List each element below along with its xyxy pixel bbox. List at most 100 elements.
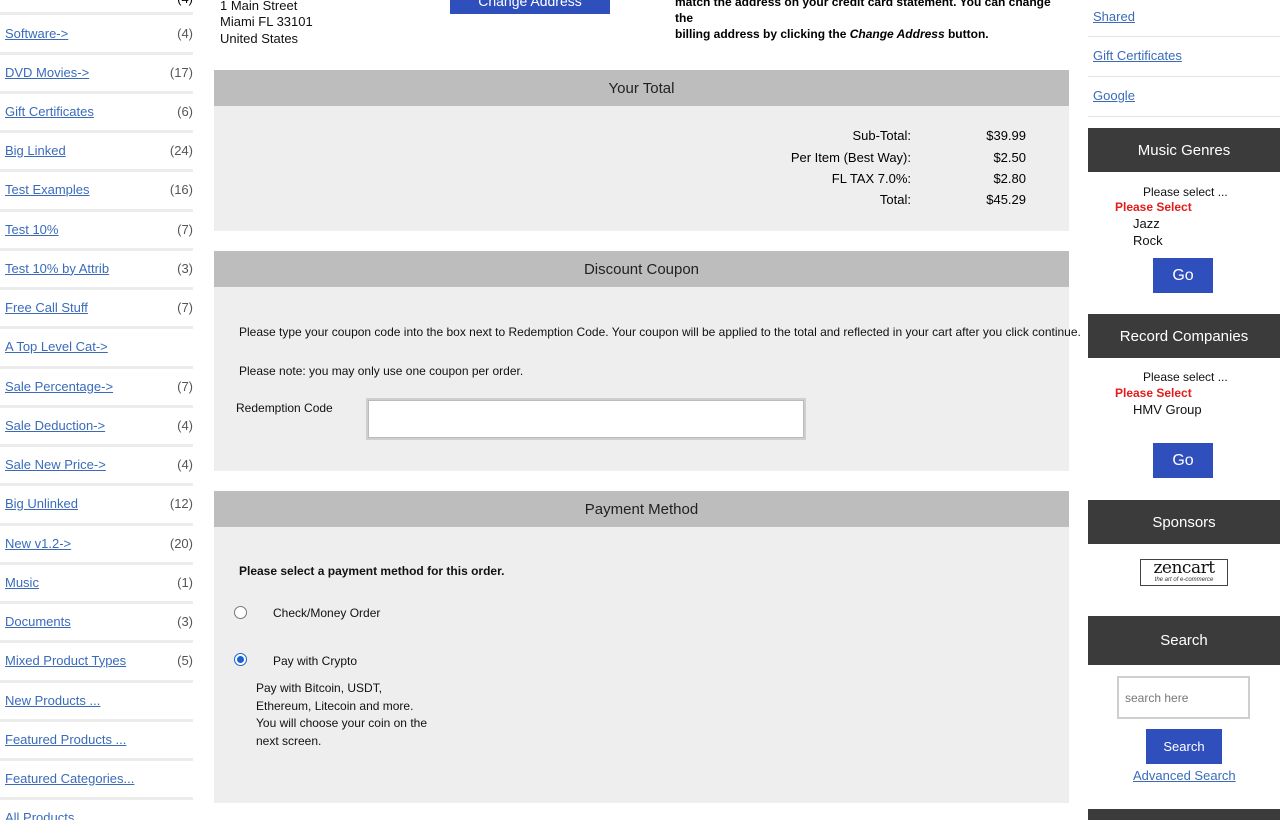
category-link[interactable]: Big Linked	[5, 143, 66, 158]
category-divider	[0, 52, 193, 55]
select-option[interactable]: Jazz	[1133, 216, 1160, 231]
payment-radio-check[interactable]	[234, 606, 247, 619]
category-item[interactable]: Featured Products ...	[0, 729, 193, 749]
category-item[interactable]: Music (1)	[0, 572, 193, 592]
category-count: (12)	[169, 495, 193, 511]
category-item[interactable]: Featured Categories...	[0, 768, 193, 788]
select-option[interactable]: HMV Group	[1133, 402, 1202, 417]
category-link[interactable]: Documents	[5, 614, 71, 629]
category-link[interactable]: Test 10%	[5, 222, 58, 237]
address-country: United States	[220, 31, 299, 46]
total-label: Total:	[879, 192, 911, 207]
redemption-code-input[interactable]	[366, 398, 806, 440]
coupon-instructions: Please type your coupon code into the bo…	[239, 325, 1081, 339]
category-count: (16)	[169, 181, 193, 197]
logo-wordmark: zencart	[1153, 558, 1215, 578]
category-item[interactable]: Software-> (4)	[0, 23, 193, 43]
category-link[interactable]: Big Unlinked	[5, 496, 78, 511]
category-item[interactable]: New v1.2-> (20)	[0, 533, 193, 553]
category-item[interactable]: Gift Certificates (6)	[0, 101, 193, 121]
sidebar-box-heading	[1088, 809, 1280, 820]
category-item[interactable]: Sale New Price-> (4)	[0, 454, 193, 474]
crypto-description-line: next screen.	[256, 733, 322, 748]
category-item[interactable]: Test 10% by Attrib (3)	[0, 258, 193, 278]
your-total-panel: Sub-Total: $39.99 Per Item (Best Way): $…	[214, 106, 1069, 231]
tax-label: FL TAX 7.0%:	[831, 171, 911, 186]
billing-note-text: billing address by clicking the	[675, 27, 850, 41]
category-item[interactable]: Sale Deduction-> (4)	[0, 415, 193, 435]
billing-address-note: match the address on your credit card st…	[675, 0, 1070, 42]
address-city: Miami FL 33101	[220, 14, 313, 29]
category-link[interactable]: Free Call Stuff	[5, 300, 88, 315]
category-link[interactable]: New Products ...	[5, 693, 100, 708]
category-divider	[0, 405, 193, 408]
category-item[interactable]: Free Call Stuff (7)	[0, 297, 193, 317]
category-item[interactable]: New Products ...	[0, 690, 193, 710]
category-link[interactable]: Sale Percentage->	[5, 379, 113, 394]
category-link[interactable]: Sale Deduction->	[5, 418, 105, 433]
sidebar-link-google[interactable]: Google	[1093, 88, 1135, 103]
category-divider	[0, 169, 193, 172]
search-input[interactable]	[1117, 676, 1250, 719]
category-link[interactable]: A Top Level Cat->	[5, 339, 108, 354]
category-link[interactable]: Music	[5, 575, 39, 590]
category-link[interactable]: Featured Products ...	[5, 732, 126, 747]
category-item[interactable]: Test Examples (16)	[0, 179, 193, 199]
select-option[interactable]: Rock	[1133, 233, 1163, 248]
sidebar-divider	[1088, 36, 1280, 37]
music-genres-go-button[interactable]: Go	[1153, 258, 1213, 293]
category-count: (4)	[177, 25, 193, 41]
payment-option-label[interactable]: Check/Money Order	[273, 606, 380, 620]
category-link[interactable]: DVD Movies->	[5, 65, 89, 80]
sidebar-link-shared[interactable]: Shared	[1093, 9, 1135, 24]
subtotal-label: Sub-Total:	[852, 128, 911, 143]
category-link[interactable]: Featured Categories...	[5, 771, 134, 786]
category-count: (7)	[177, 378, 193, 394]
category-link[interactable]: Mixed Product Types	[5, 653, 126, 668]
your-total-heading: Your Total	[214, 70, 1069, 106]
payment-radio-crypto[interactable]	[234, 653, 247, 666]
search-heading: Search	[1088, 616, 1280, 665]
category-item[interactable]: Sale Percentage-> (7)	[0, 376, 193, 396]
category-item[interactable]: Mixed Product Types (5)	[0, 650, 193, 670]
category-link[interactable]: New v1.2->	[5, 536, 71, 551]
category-count: (3)	[177, 260, 193, 276]
category-divider	[0, 483, 193, 486]
category-item[interactable]: All Products ...	[0, 807, 193, 820]
category-item[interactable]: Big Linked (24)	[0, 140, 193, 160]
zencart-logo[interactable]: zencart the art of e-commerce	[1140, 559, 1228, 586]
category-link[interactable]: Software->	[5, 26, 68, 41]
shipping-value: $2.50	[993, 150, 1026, 165]
record-companies-go-button[interactable]: Go	[1153, 443, 1213, 478]
category-link[interactable]: Test Examples	[5, 182, 90, 197]
shipping-label: Per Item (Best Way):	[790, 150, 911, 165]
advanced-search-link[interactable]: Advanced Search	[1133, 768, 1236, 783]
category-divider	[0, 601, 193, 604]
category-link[interactable]: Sale New Price->	[5, 457, 106, 472]
change-address-button[interactable]: Change Address	[450, 0, 610, 14]
sidebar-link-gift-certificates[interactable]: Gift Certificates	[1093, 48, 1182, 63]
category-item[interactable]: Documents (3)	[0, 611, 193, 631]
category-divider	[0, 248, 193, 251]
select-option[interactable]: Please Select	[1115, 200, 1192, 214]
search-button[interactable]: Search	[1146, 729, 1222, 764]
discount-coupon-panel	[214, 287, 1069, 471]
category-item[interactable]: Test 10% (7)	[0, 219, 193, 239]
category-link[interactable]: Test 10% by Attrib	[5, 261, 109, 276]
logo-tagline: the art of e-commerce	[1154, 577, 1214, 583]
subtotal-value: $39.99	[986, 128, 1026, 143]
category-item[interactable]: Big Unlinked (12)	[0, 493, 193, 513]
category-item[interactable]: A Top Level Cat->	[0, 336, 193, 356]
category-count: (24)	[169, 142, 193, 158]
category-link[interactable]: Gift Certificates	[5, 104, 94, 119]
category-item[interactable]: DVD Movies-> (17)	[0, 62, 193, 82]
select-option[interactable]: Please Select	[1115, 386, 1192, 400]
category-divider	[0, 523, 193, 526]
address-street: 1 Main Street	[220, 0, 298, 13]
category-divider	[0, 12, 193, 15]
payment-prompt: Please select a payment method for this …	[239, 564, 505, 578]
payment-option-label[interactable]: Pay with Crypto	[273, 654, 357, 668]
category-link[interactable]: All Products ...	[5, 810, 89, 820]
category-count: (7)	[177, 221, 193, 237]
category-count: (1)	[177, 574, 193, 590]
